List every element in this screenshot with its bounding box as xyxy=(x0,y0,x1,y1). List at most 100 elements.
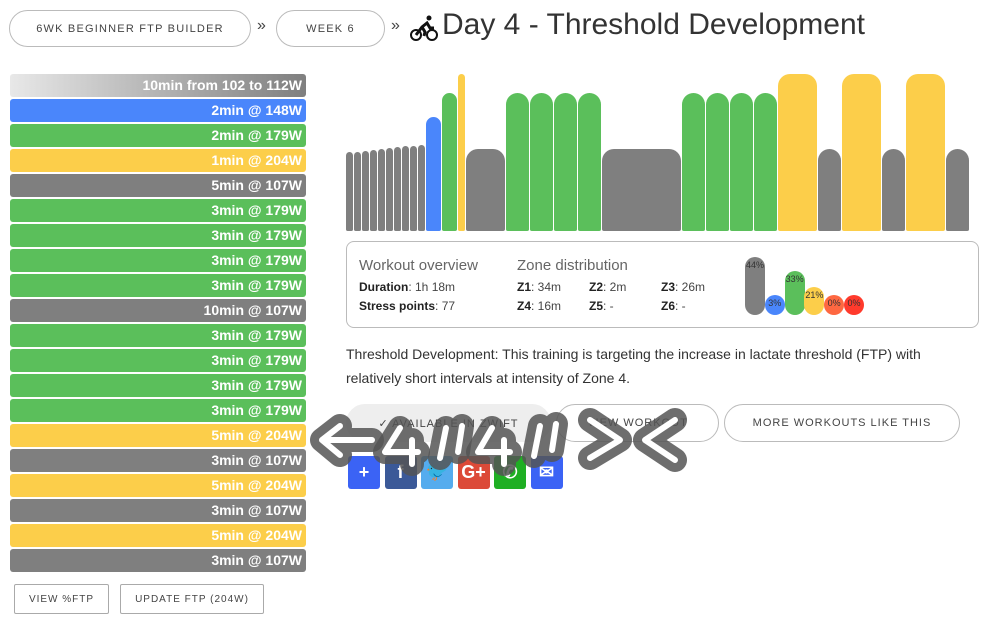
view-workout-button[interactable]: VIEW WORKOUT xyxy=(556,404,719,442)
workout-segment-bar xyxy=(754,93,777,231)
more-workouts-button[interactable]: MORE WORKOUTS LIKE THIS xyxy=(724,404,960,442)
overview-heading: Workout overview xyxy=(359,257,478,274)
zone-name: Z5 xyxy=(589,299,604,313)
segment-row: 10min @ 107W xyxy=(10,299,306,322)
zone-name: Z2 xyxy=(589,280,604,294)
zone-6-bar: 0% xyxy=(844,295,864,315)
stress-points: Stress points: 77 xyxy=(359,299,455,313)
workout-segment-bar xyxy=(778,73,817,231)
segment-row: 3min @ 179W xyxy=(10,249,306,272)
workout-segment-bar xyxy=(466,148,505,231)
workout-segment-bar xyxy=(730,93,753,231)
workout-segment-bar xyxy=(354,151,361,231)
stress-value: : 77 xyxy=(435,299,456,313)
segment-row: 3min @ 179W xyxy=(10,199,306,222)
available-in-zwift-button[interactable]: ✓ AVAILABLE IN ZWIFT xyxy=(346,404,551,442)
email-share-icon[interactable]: ✉ xyxy=(530,456,563,489)
zone-name: Z6 xyxy=(661,299,676,313)
zone-4-time: Z4: 16m xyxy=(517,299,561,313)
workout-segment-bar xyxy=(506,93,529,231)
segment-row: 3min @ 179W xyxy=(10,399,306,422)
workout-segment-bar xyxy=(682,93,705,231)
breadcrumb-separator: » xyxy=(391,17,400,34)
segment-row: 10min from 102 to 112W xyxy=(10,74,306,97)
workout-segment-bar xyxy=(362,150,369,231)
zone-name: Z3 xyxy=(661,280,676,294)
zone-value: : 2m xyxy=(603,280,627,294)
workout-segment-bar xyxy=(906,73,945,231)
segment-row: 2min @ 179W xyxy=(10,124,306,147)
segment-row: 3min @ 107W xyxy=(10,499,306,522)
segment-row: 5min @ 204W xyxy=(10,474,306,497)
zone-value: : - xyxy=(603,299,614,313)
workout-segment-bar xyxy=(554,93,577,231)
view-ftp-button[interactable]: VIEW %FTP xyxy=(14,584,109,614)
bicycle-icon xyxy=(410,15,438,41)
zone-2-time: Z2: 2m xyxy=(589,280,626,294)
segment-row: 3min @ 107W xyxy=(10,449,306,472)
workout-segment-bar xyxy=(442,93,457,231)
workout-overview-panel: Workout overview Duration: 1h 18m Stress… xyxy=(346,241,979,328)
zone-4-bar: 21% xyxy=(804,287,825,315)
zone-value: : 26m xyxy=(675,280,706,294)
workout-segment-bar xyxy=(418,144,425,231)
segment-row: 3min @ 107W xyxy=(10,549,306,572)
segment-row: 5min @ 204W xyxy=(10,524,306,547)
workout-segment-bar xyxy=(346,152,353,231)
zone-1-bar: 44% xyxy=(745,256,765,315)
workout-segment-bar xyxy=(578,93,601,231)
workout-segment-bar xyxy=(602,148,681,231)
workout-segment-bar xyxy=(530,93,553,231)
breadcrumb-week[interactable]: WEEK 6 xyxy=(276,10,385,47)
segment-row: 1min @ 204W xyxy=(10,149,306,172)
workout-chart xyxy=(346,60,970,231)
workout-segment-bar xyxy=(842,73,881,231)
google-plus-share-icon[interactable]: G+ xyxy=(457,456,490,489)
segment-row: 2min @ 148W xyxy=(10,99,306,122)
workout-segment-bar xyxy=(882,148,905,231)
facebook-share-icon[interactable]: f xyxy=(384,456,417,489)
zone-name: Z4 xyxy=(517,299,532,313)
segment-row: 3min @ 179W xyxy=(10,224,306,247)
zone-value: : 34m xyxy=(531,280,562,294)
duration: Duration: 1h 18m xyxy=(359,280,455,294)
workout-segment-bar xyxy=(458,73,465,231)
zone-5-bar: 0% xyxy=(824,295,845,315)
segment-row: 3min @ 179W xyxy=(10,274,306,297)
zone-2-bar: 3% xyxy=(764,295,785,315)
breadcrumb-plan[interactable]: 6WK BEGINNER FTP BUILDER xyxy=(9,10,251,47)
workout-segment-bar xyxy=(402,146,409,231)
workout-segment-bar xyxy=(818,148,841,231)
page-title: Day 4 - Threshold Development xyxy=(442,8,865,41)
workout-description: Threshold Development: This training is … xyxy=(346,346,921,386)
share-share-icon[interactable]: + xyxy=(348,456,380,489)
zone-1-time: Z1: 34m xyxy=(517,280,561,294)
workout-segment-bar xyxy=(394,147,401,231)
workout-segment-bar xyxy=(426,117,441,231)
segment-row: 3min @ 179W xyxy=(10,349,306,372)
workout-segment-bar xyxy=(378,149,385,231)
segment-row: 3min @ 179W xyxy=(10,324,306,347)
workout-segment-bar xyxy=(370,149,377,231)
stress-label: Stress points xyxy=(359,299,436,313)
segment-row: 5min @ 204W xyxy=(10,424,306,447)
zone-6-time: Z6: - xyxy=(661,299,686,313)
segment-row: 3min @ 179W xyxy=(10,374,306,397)
zone-value: : 16m xyxy=(531,299,562,313)
workout-segment-bar xyxy=(386,148,393,231)
workout-segment-bar xyxy=(410,145,417,231)
breadcrumb-separator: » xyxy=(257,17,266,34)
whatsapp-share-icon[interactable]: ✆ xyxy=(494,456,526,489)
duration-label: Duration xyxy=(359,280,409,294)
twitter-share-icon[interactable]: 🐦 xyxy=(421,456,453,489)
update-ftp-button[interactable]: UPDATE FTP (204W) xyxy=(120,584,264,614)
workout-segment-bar xyxy=(706,93,729,231)
zone-3-bar: 33% xyxy=(784,271,805,315)
duration-value: : 1h 18m xyxy=(408,280,456,294)
segment-row: 5min @ 107W xyxy=(10,174,306,197)
zone-heading: Zone distribution xyxy=(517,257,628,274)
zone-3-time: Z3: 26m xyxy=(661,280,705,294)
zone-name: Z1 xyxy=(517,280,532,294)
zone-5-time: Z5: - xyxy=(589,299,614,313)
workout-segment-bar xyxy=(946,148,969,231)
